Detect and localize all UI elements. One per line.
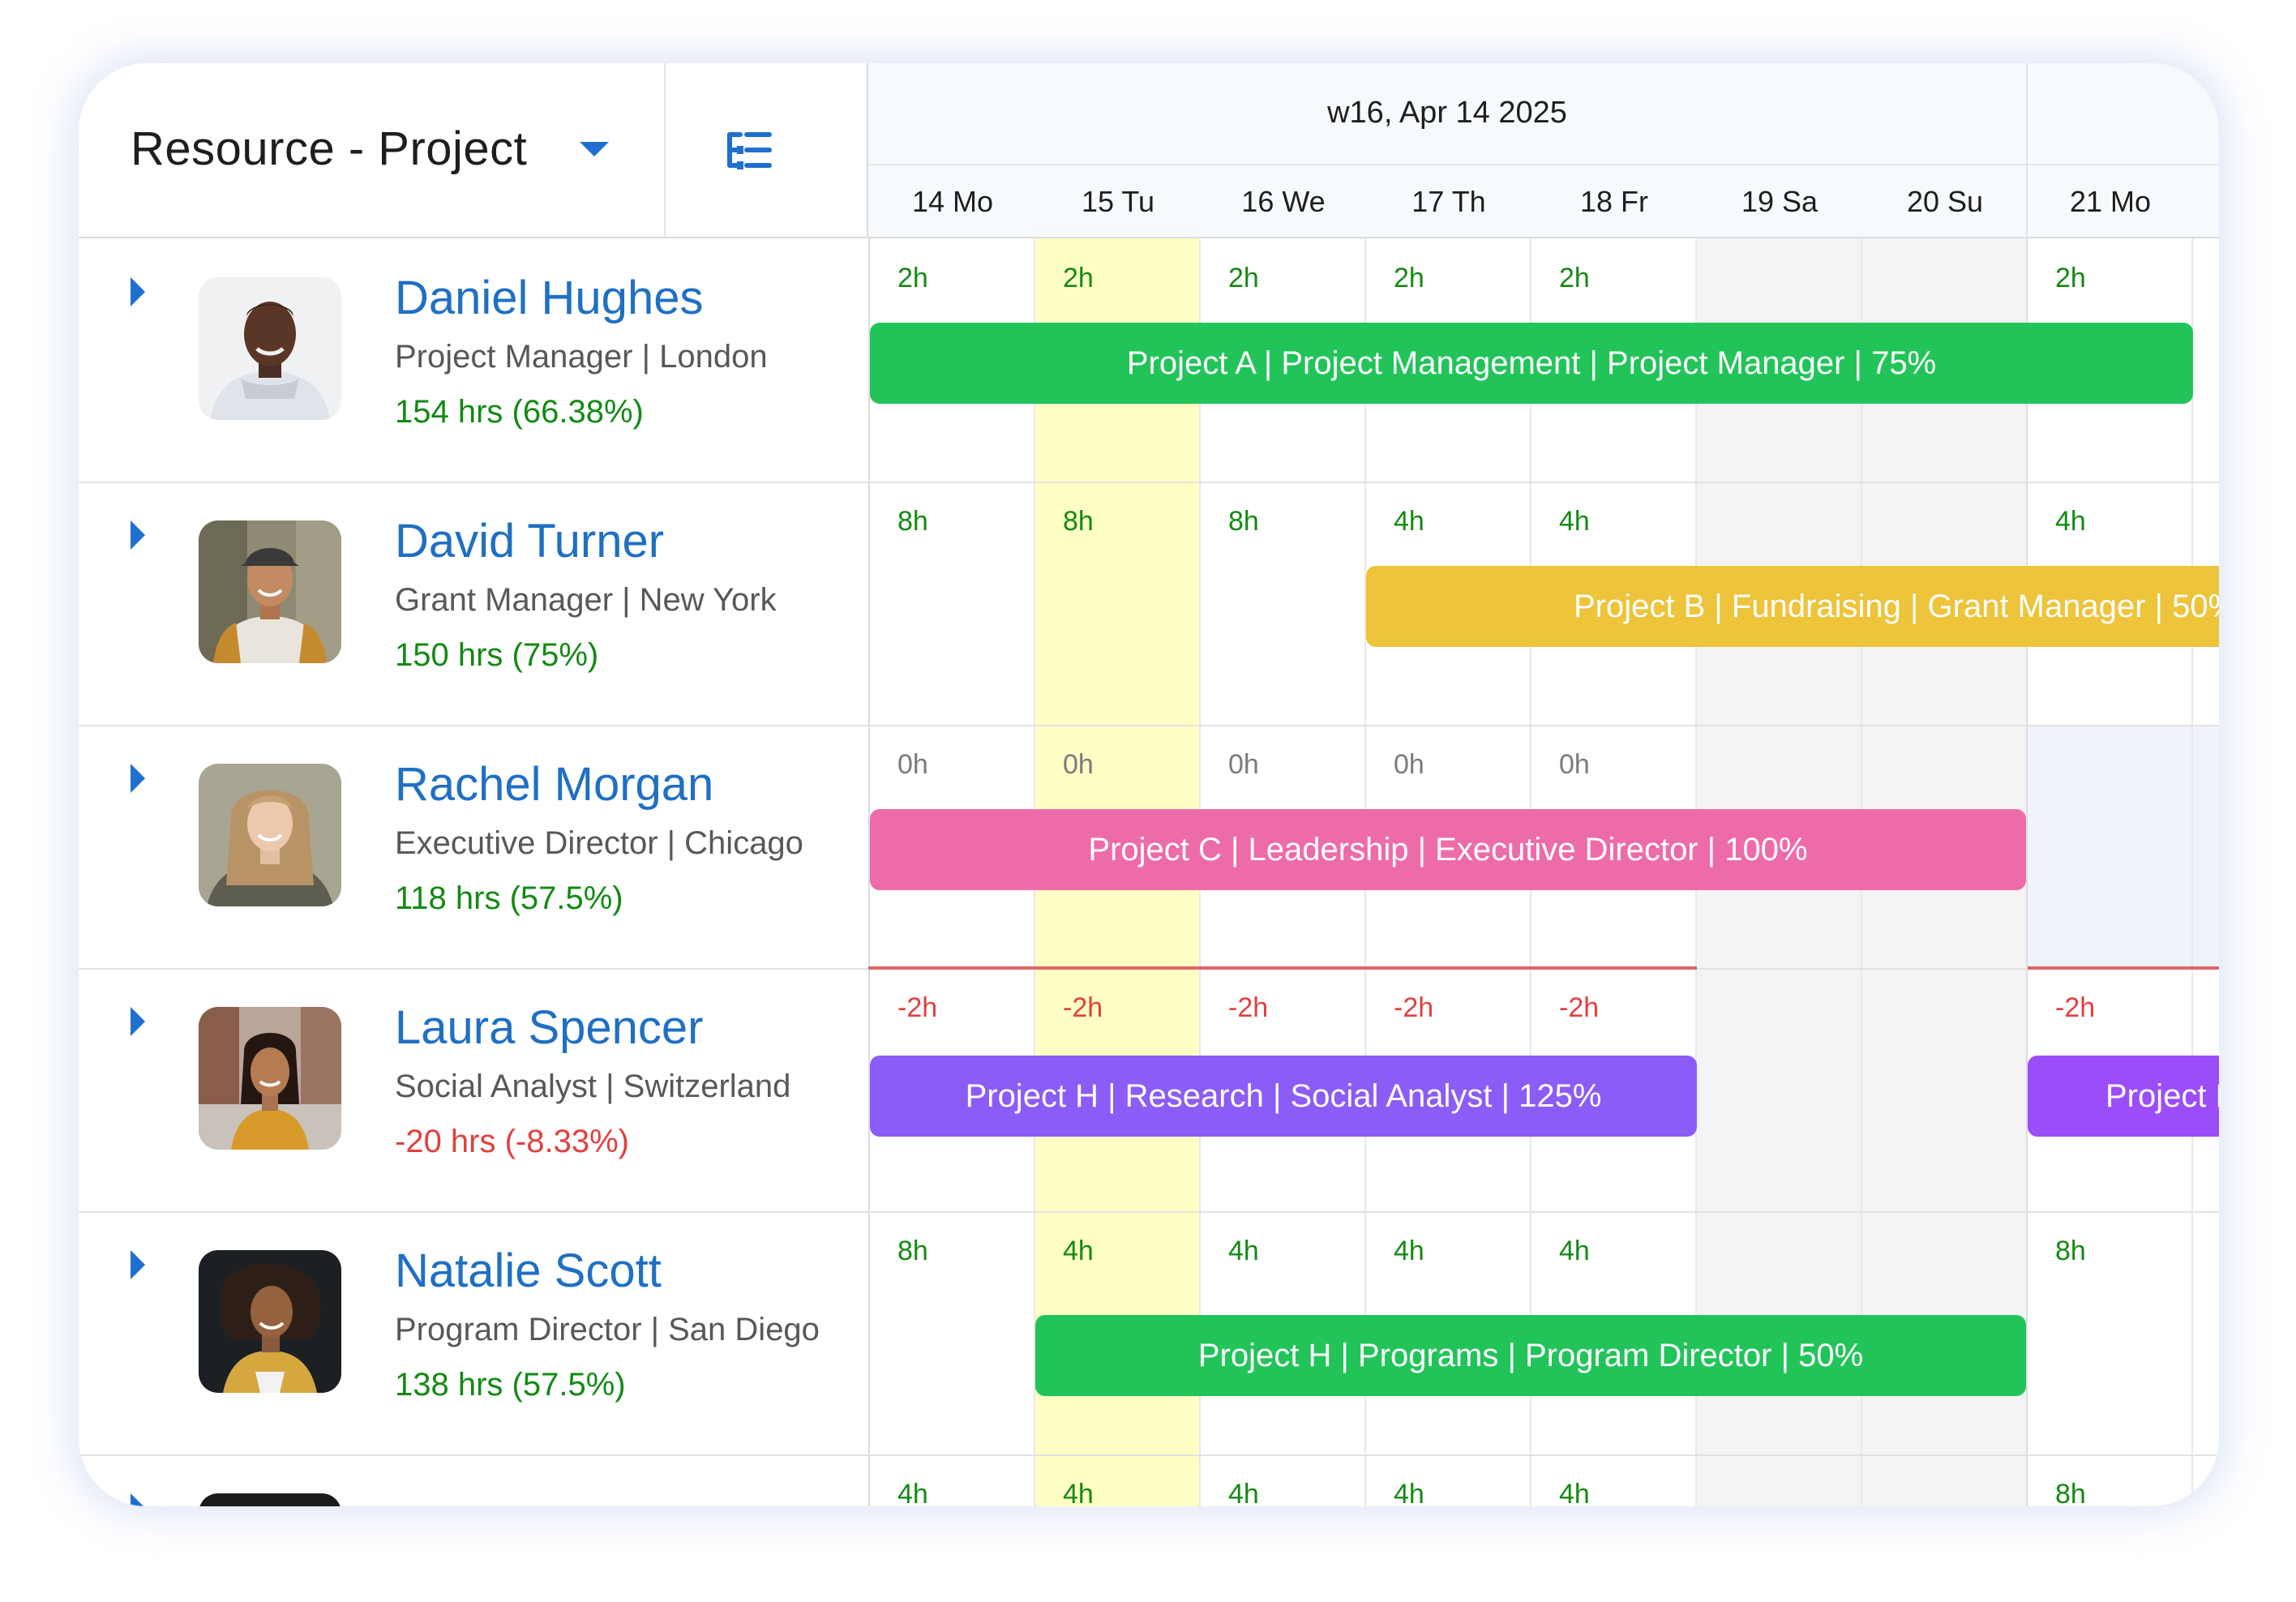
day-label: 17 Th (1411, 185, 1486, 218)
day-hours: 8h (1228, 506, 1259, 537)
day-hours: 4h (2055, 506, 2086, 537)
assignment-bar[interactable]: Project H | Research | Social Analyst | … (870, 1056, 1697, 1137)
day-hours: 4h (1394, 1479, 1424, 1506)
day-hours: 8h (897, 506, 928, 537)
day-hours: 2h (1228, 263, 1259, 293)
day-hours: 2h (897, 263, 928, 293)
unavailable-cell (2028, 725, 2219, 968)
day-hours: -2h (1394, 992, 1434, 1023)
avatar (199, 277, 341, 420)
resource-name[interactable]: Laura Spencer (395, 1000, 703, 1055)
day-hours: 4h (1063, 1479, 1094, 1506)
day-label: 15 Tu (1081, 185, 1155, 218)
day-hours: 0h (1394, 749, 1424, 780)
day-hours: 4h (1228, 1236, 1259, 1266)
resource-hours: -20 hrs (-8.33%) (395, 1124, 629, 1159)
day-label: 20 Su (1906, 185, 1984, 218)
day-hours: 4h (1394, 506, 1424, 537)
resource-hours: 138 hrs (57.5%) (395, 1367, 626, 1403)
avatar (199, 1007, 341, 1150)
view-title[interactable]: Resource - Project (131, 122, 527, 176)
day-hours: 8h (2055, 1236, 2086, 1266)
resource-hours: 150 hrs (75%) (395, 637, 599, 673)
resource-role: Grant Manager | New York (395, 582, 777, 618)
row-divider (79, 725, 2219, 726)
day-hours: -2h (897, 992, 938, 1023)
day-hours: 0h (1559, 749, 1590, 780)
resource-name[interactable]: David Turner (395, 514, 664, 568)
day-hours: 8h (2055, 1479, 2086, 1506)
tree-list-icon[interactable] (726, 130, 773, 172)
day-hours: 4h (1559, 506, 1590, 537)
avatar (199, 1250, 341, 1393)
day-hours: -2h (1228, 992, 1269, 1023)
resource-scheduler: Resource - Project w16, Apr 14 2025 14 M… (79, 63, 2219, 1506)
day-hours: -2h (1063, 992, 1103, 1023)
day-hours: 4h (897, 1479, 928, 1506)
day-hours: 0h (1063, 749, 1094, 780)
overallocation-line (2028, 966, 2219, 970)
resource-role: Program Director | San Diego (395, 1312, 820, 1347)
expand-row-icon[interactable] (131, 277, 145, 306)
assignment-bar[interactable]: Project H (2028, 1056, 2219, 1137)
assignment-bar[interactable]: Project B | Fundraising | Grant Manager … (1366, 566, 2219, 647)
assignment-bar[interactable]: Project H | Programs | Program Director … (1035, 1315, 2026, 1396)
row-divider (79, 482, 2219, 483)
resource-hours: 118 hrs (57.5%) (395, 880, 623, 916)
resource-name[interactable]: Rachel Morgan (395, 757, 713, 812)
resource-role: Executive Director | Chicago (395, 825, 803, 861)
row-divider (79, 1454, 2219, 1456)
day-label: 14 Mo (911, 185, 994, 218)
caret-down-icon[interactable] (580, 142, 609, 156)
expand-row-icon[interactable] (131, 764, 145, 793)
avatar (199, 764, 341, 906)
assignment-bar[interactable]: Project C | Leadership | Executive Direc… (870, 809, 2026, 890)
day-hours: -2h (1559, 992, 1600, 1023)
resource-name[interactable]: Natalie Scott (395, 1244, 662, 1298)
day-label: 16 We (1241, 185, 1326, 218)
resource-name[interactable]: Daniel Hughes (395, 271, 703, 325)
expand-row-icon[interactable] (131, 1250, 145, 1279)
day-hours: 8h (897, 1236, 928, 1266)
day-hours: 4h (1228, 1479, 1259, 1506)
assignment-bar[interactable]: Project A | Project Management | Project… (870, 323, 2193, 404)
resource-role: Project Manager | London (395, 339, 768, 375)
day-hours: 0h (1228, 749, 1259, 780)
day-label: 21 Mo (2069, 185, 2152, 218)
day-label: 18 Fr (1579, 185, 1649, 218)
avatar (199, 520, 341, 663)
day-hours: 4h (1559, 1236, 1590, 1266)
row-divider (79, 1211, 2219, 1213)
day-hours: 2h (1394, 263, 1424, 293)
week-divider (2026, 238, 2028, 1506)
grid-line (2191, 238, 2193, 1506)
day-label: 19 Sa (1741, 185, 1818, 218)
resource-hours: 154 hrs (66.38%) (395, 394, 644, 430)
resource-role: Social Analyst | Switzerland (395, 1069, 791, 1104)
expand-row-icon[interactable] (131, 1493, 145, 1506)
day-hours: 0h (897, 749, 928, 780)
avatar (199, 1493, 341, 1506)
day-hours: 2h (2055, 263, 2086, 293)
expand-row-icon[interactable] (131, 1007, 145, 1036)
day-hours: 4h (1394, 1236, 1424, 1266)
week-label: w16, Apr 14 2025 (1327, 96, 1567, 130)
day-hours: -2h (2055, 992, 2096, 1023)
overallocation-line (868, 966, 1697, 970)
day-hours: 4h (1063, 1236, 1094, 1266)
day-hours: 8h (1063, 506, 1094, 537)
expand-row-icon[interactable] (131, 520, 145, 550)
day-hours: 2h (1559, 263, 1590, 293)
day-hours: 4h (1559, 1479, 1590, 1506)
day-hours: 2h (1063, 263, 1094, 293)
